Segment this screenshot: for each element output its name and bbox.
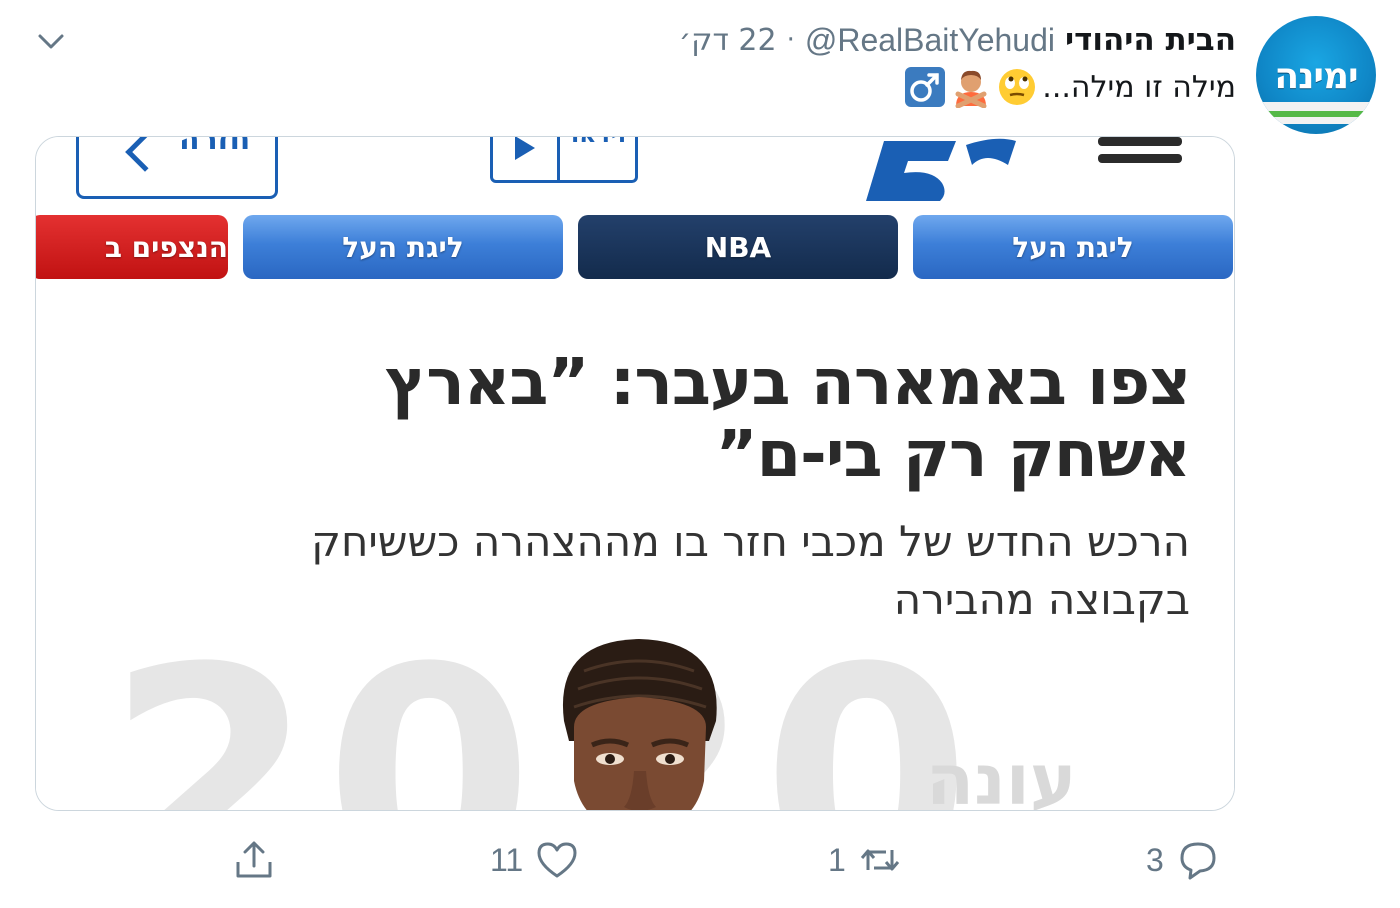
reply-button[interactable]: 3 — [1146, 830, 1220, 890]
display-name[interactable]: הבית היהודי — [1065, 22, 1236, 58]
face-with-rolling-eyes-emoji — [996, 66, 1038, 108]
category-tabs: ליגת העל NBA ליגת העל הנצפים ב — [36, 215, 1234, 279]
person-gesturing-no-emoji — [950, 66, 992, 109]
male-sign-emoji — [904, 66, 946, 108]
back-label: חזרה — [179, 136, 251, 157]
tweet[interactable]: ימינה הבית היהודי @RealBaitYehudi · 22 ד… — [0, 0, 1400, 908]
avatar-logo-text: ימינה — [1274, 56, 1358, 97]
avatar[interactable]: ימינה — [1256, 16, 1376, 134]
retweet-count: 1 — [828, 841, 846, 878]
share-icon — [236, 841, 272, 878]
article-headline: צפו באמארה בעבר: ”בארץ אשחק רק בי-ם” — [90, 346, 1192, 492]
avatar-stripe-green — [1256, 111, 1376, 117]
like-button[interactable]: 11 — [490, 830, 579, 890]
share-button[interactable] — [232, 830, 276, 890]
headline-line-2: אשחק רק בי-ם” — [715, 418, 1192, 492]
tab-label: ליגת העל — [342, 230, 464, 264]
background-watermark: עונה — [926, 739, 1077, 811]
article-photo: 2020 עונה — [36, 629, 1234, 811]
user-handle[interactable]: @RealBaitYehudi — [805, 22, 1055, 59]
tab-ligat-haal-2: ליגת העל — [243, 215, 563, 279]
menu-icon — [1098, 137, 1182, 177]
reply-count: 3 — [1146, 841, 1164, 878]
reply-icon — [1180, 842, 1216, 880]
video-divider — [557, 137, 560, 180]
chevron-down-icon[interactable] — [36, 26, 66, 56]
site-top-bar: חזרה וידאו — [36, 137, 1234, 212]
tweet-body: מילה זו מילה... — [1042, 69, 1236, 105]
video-label: וידאו — [571, 137, 626, 148]
tweet-header: הבית היהודי @RealBaitYehudi · 22 דק׳ — [679, 18, 1236, 62]
retweet-icon — [860, 849, 899, 871]
tab-label: הנצפים ב — [104, 230, 228, 264]
back-button: חזרה — [76, 136, 278, 199]
player-face-image — [562, 639, 717, 810]
tab-label: NBA — [704, 230, 772, 264]
sport5-logo-icon — [866, 138, 1016, 201]
separator-dot: · — [786, 25, 795, 55]
video-button: וידאו — [490, 137, 638, 183]
tab-nba: NBA — [578, 215, 898, 279]
subline-line-1: הרכש החדש של מכבי חזר בו מההצהרה כששיחק — [311, 517, 1190, 566]
retweet-button[interactable]: 1 — [828, 830, 902, 890]
media-card[interactable]: חזרה וידאו ליגת העל NBA ליגת העל — [35, 136, 1235, 811]
tab-label: ליגת העל — [1012, 230, 1134, 264]
tab-ligat-haal-1: ליגת העל — [913, 215, 1233, 279]
headline-line-1: צפו באמארה בעבר: ”בארץ — [384, 346, 1191, 420]
like-count: 11 — [490, 841, 524, 878]
tweet-actions: 3 1 11 — [0, 830, 1400, 890]
timestamp[interactable]: 22 דק׳ — [679, 23, 777, 58]
heart-icon — [537, 842, 577, 878]
tab-most-viewed: הנצפים ב — [36, 215, 228, 279]
tweet-text: מילה זו מילה... — [904, 64, 1236, 110]
play-icon — [515, 137, 535, 160]
back-arrow-icon — [125, 137, 165, 172]
